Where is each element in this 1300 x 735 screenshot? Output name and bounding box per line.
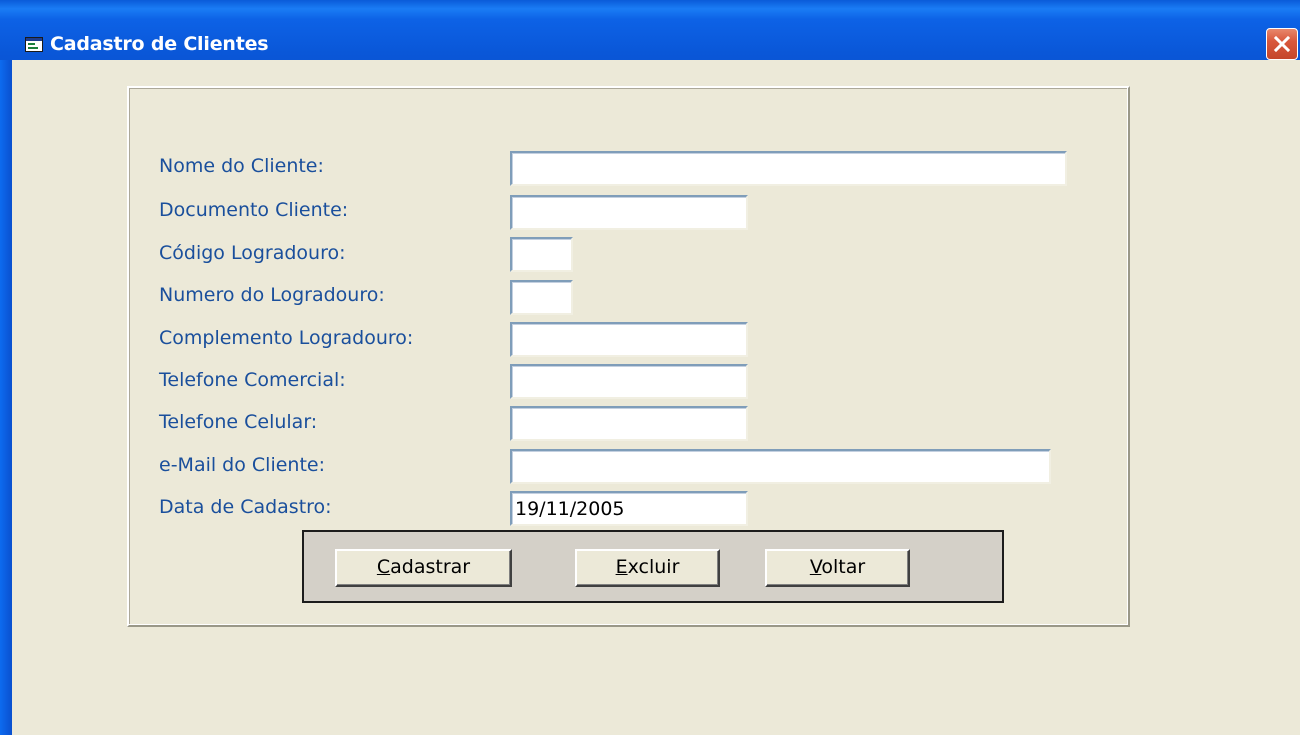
label-telefone-comercial: Telefone Comercial: [159,369,346,391]
label-data-cadastro: Data de Cadastro: [159,496,332,518]
excluir-button[interactable]: Excluir [575,549,720,587]
label-documento-cliente: Documento Cliente: [159,199,349,221]
label-codigo-logradouro: Código Logradouro: [159,242,346,264]
nome-cliente-input[interactable] [510,151,1067,186]
cadastrar-accelerator: C [376,556,391,578]
close-icon [1273,35,1291,53]
voltar-button[interactable]: Voltar [765,549,910,587]
label-email-cliente: e-Mail do Cliente: [159,454,325,476]
telefone-celular-input[interactable] [510,406,748,441]
window-title: Cadastro de Clientes [50,33,269,55]
label-numero-logradouro: Numero do Logradouro: [159,284,385,306]
label-nome-cliente: Nome do Cliente: [159,155,324,177]
voltar-label: oltar [821,556,866,578]
app-window: Cadastro de Clientes Nome do Cliente: Do… [0,0,1300,735]
voltar-accelerator: V [809,556,822,578]
numero-logradouro-input[interactable] [510,280,573,315]
documento-cliente-input[interactable] [510,195,748,230]
cadastrar-label: adastrar [390,556,471,578]
complemento-logradouro-input[interactable] [510,322,748,357]
excluir-label: xcluir [627,556,680,578]
telefone-comercial-input[interactable] [510,364,748,399]
close-button[interactable] [1266,28,1298,60]
cadastrar-button[interactable]: Cadastrar [335,549,512,587]
label-complemento-logradouro: Complemento Logradouro: [159,327,414,349]
label-telefone-celular: Telefone Celular: [159,411,318,433]
excluir-accelerator: E [615,556,628,578]
form-window-icon [25,37,43,52]
window-left-border [0,60,12,735]
data-cadastro-input[interactable]: 19/11/2005 [510,491,748,526]
email-cliente-input[interactable] [510,449,1051,484]
codigo-logradouro-input[interactable] [510,237,573,272]
